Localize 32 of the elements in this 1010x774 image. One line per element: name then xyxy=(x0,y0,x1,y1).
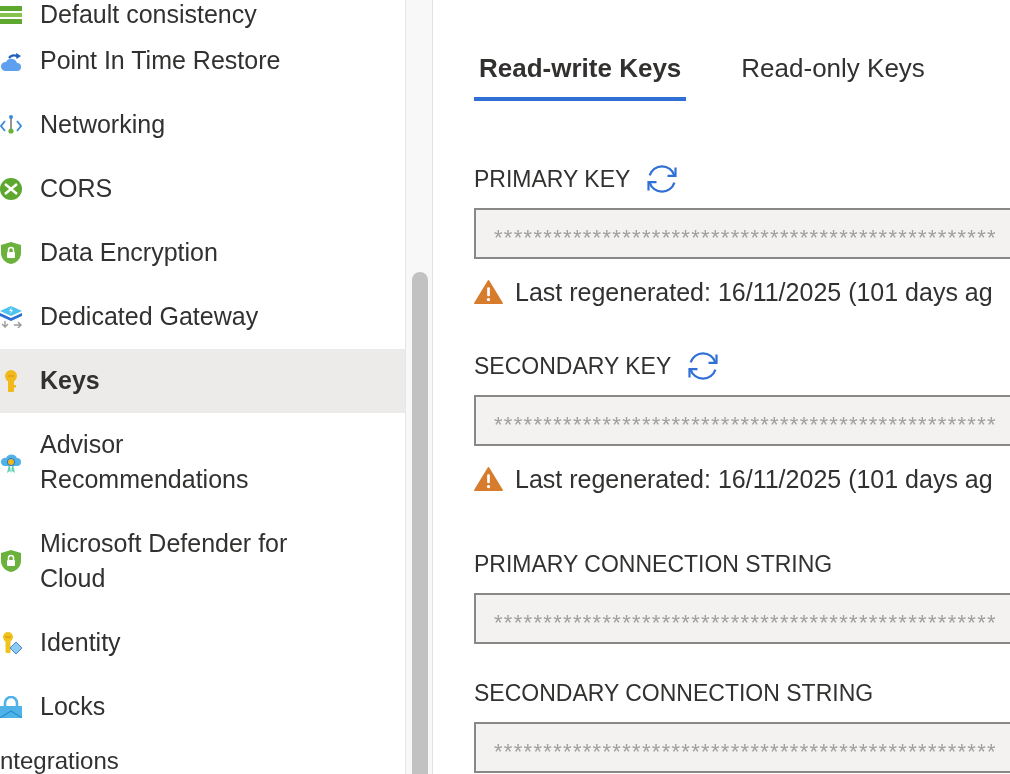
scrollbar-thumb[interactable] xyxy=(412,272,428,774)
sidebar-item[interactable]: Keys xyxy=(0,349,405,413)
sidebar-item[interactable]: Data Encryption xyxy=(0,221,405,285)
sidebar-item[interactable]: Locks xyxy=(0,675,405,739)
field-label: PRIMARY CONNECTION STRING xyxy=(474,550,833,579)
sidebar-item[interactable]: CORS xyxy=(0,157,405,221)
refresh-icon xyxy=(645,162,680,196)
regenerate-button[interactable] xyxy=(686,349,721,383)
section-heading: ntegrations xyxy=(0,748,119,773)
cloud-medal-icon xyxy=(0,451,22,473)
key-diamond-icon xyxy=(0,631,22,654)
sidebar-item[interactable]: Dedicated Gateway xyxy=(0,285,405,349)
brackets-node-icon xyxy=(0,113,22,136)
sidebar-item[interactable]: Point In Time Restore xyxy=(0,29,405,93)
warning-icon xyxy=(474,466,503,492)
stacked-bars-icon xyxy=(0,3,22,26)
regenerate-button[interactable] xyxy=(645,162,680,196)
refresh-icon xyxy=(686,349,721,383)
field-label: SECONDARY CONNECTION STRING xyxy=(474,679,874,708)
padlock-icon xyxy=(0,695,22,718)
tab[interactable]: Read-write Keys xyxy=(474,52,687,101)
warning-text: Last regenerated: 16/11/2025 (101 days ag xyxy=(515,464,993,494)
sidebar-item[interactable]: Microsoft Defender for Cloud xyxy=(0,512,405,611)
field-label: SECONDARY KEY xyxy=(474,352,672,381)
warning-text: Last regenerated: 16/11/2025 (101 days ag xyxy=(515,277,993,307)
warning-icon xyxy=(474,279,503,305)
field-label: PRIMARY KEY xyxy=(474,165,631,194)
sidebar-item[interactable]: Networking xyxy=(0,93,405,157)
sidebar-item[interactable]: Advisor Recommendations xyxy=(0,413,405,512)
sidebar-item[interactable]: Default consistency xyxy=(0,0,405,29)
tab[interactable]: Read-only Keys xyxy=(736,52,930,101)
sidebar-item[interactable]: Identity xyxy=(0,611,405,675)
